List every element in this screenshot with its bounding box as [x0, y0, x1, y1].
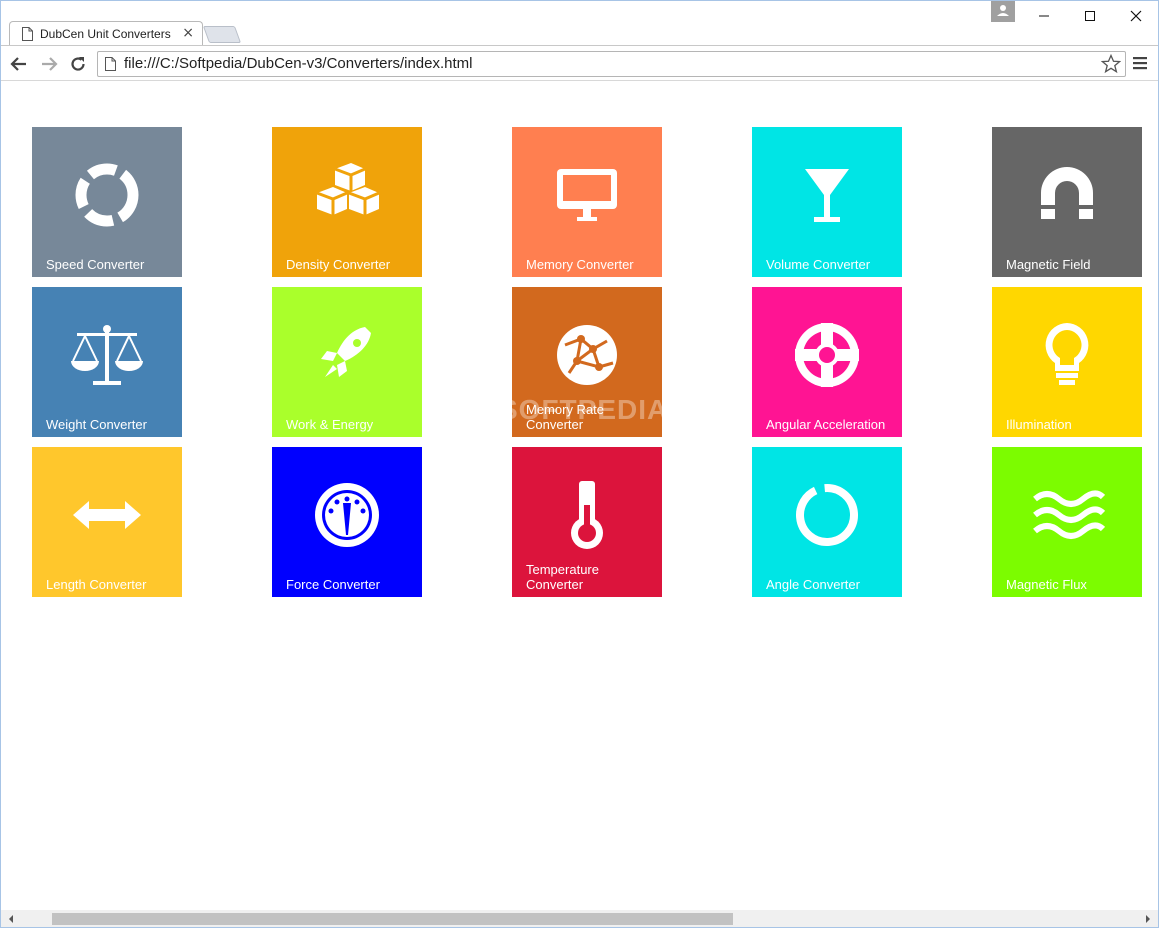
tile-label: Speed Converter — [46, 257, 145, 272]
watermark: SOFTPEDIA — [499, 394, 669, 425]
glass-icon — [805, 169, 849, 222]
lifebuoy-ring-icon — [75, 163, 139, 227]
new-tab-button[interactable] — [202, 26, 242, 43]
tile-temperature-converter[interactable]: Temperature Converter — [512, 447, 662, 597]
scrollbar-thumb[interactable] — [52, 913, 733, 925]
tile-label: Memory Converter — [526, 257, 634, 272]
address-bar[interactable]: file:///C:/Softpedia/DubCen-v3/Converter… — [97, 51, 1126, 77]
forward-arrow-icon — [42, 57, 58, 71]
tile-force-converter[interactable]: Force Converter — [272, 447, 422, 597]
lightbulb-icon — [1045, 323, 1089, 385]
reload-button[interactable] — [68, 54, 88, 74]
tile-label: Volume Converter — [766, 257, 871, 272]
rocket-icon — [321, 327, 371, 377]
scroll-left-icon[interactable] — [7, 914, 15, 924]
tile-label: Density Converter — [286, 257, 391, 272]
tile-magnetic-flux[interactable]: Magnetic Flux — [992, 447, 1142, 597]
tile-memory-converter[interactable]: Memory Converter — [512, 127, 662, 277]
tile-label: Angular Acceleration — [766, 417, 886, 432]
tile-length-converter[interactable]: Length Converter — [32, 447, 182, 597]
tile-label: Weight Converter — [46, 417, 147, 432]
gauge-icon — [315, 483, 379, 547]
tile-weight-converter[interactable]: Weight Converter — [32, 287, 182, 437]
page-icon — [105, 57, 116, 71]
tile-density-converter[interactable]: Density Converter — [272, 127, 422, 277]
tile-label: Force Converter — [286, 577, 380, 592]
horizontal-scrollbar[interactable] — [1, 910, 1158, 927]
tile-volume-converter[interactable]: Volume Converter — [752, 127, 902, 277]
lifebuoy-icon — [795, 323, 859, 387]
tile-label: Length Converter — [46, 577, 147, 592]
thermometer-icon — [571, 481, 603, 549]
forward-button[interactable] — [39, 54, 59, 74]
tile-label: Angle Converter — [766, 577, 860, 592]
tile-illumination[interactable]: Illumination — [992, 287, 1142, 437]
minimize-button[interactable] — [1021, 5, 1067, 27]
tile-work-energy[interactable]: Work & Energy — [272, 287, 422, 437]
browser-tab[interactable]: DubCen Unit Converters × — [9, 21, 203, 46]
minimize-icon — [1039, 15, 1049, 17]
browser-window: DubCen Unit Converters × file:///C:/Soft — [0, 0, 1159, 928]
scroll-right-icon[interactable] — [1144, 914, 1152, 924]
close-button[interactable] — [1113, 5, 1159, 27]
maximize-button[interactable] — [1067, 5, 1113, 27]
tab-title: DubCen Unit Converters — [40, 27, 171, 41]
scale-icon — [71, 325, 143, 385]
back-arrow-icon — [10, 57, 26, 71]
maximize-icon — [1085, 11, 1095, 21]
ring-icon — [796, 484, 858, 546]
tile-label: Work & Energy — [286, 417, 374, 432]
profile-button[interactable] — [991, 1, 1015, 22]
tile-label: Magnetic Field — [1006, 257, 1091, 272]
tile-angle-converter[interactable]: Angle Converter — [752, 447, 902, 597]
magnet-icon — [1041, 167, 1093, 219]
browser-toolbar: file:///C:/Softpedia/DubCen-v3/Converter… — [1, 45, 1158, 81]
tile-angular-acceleration[interactable]: Angular Acceleration — [752, 287, 902, 437]
close-icon — [1130, 10, 1142, 22]
document-icon — [22, 27, 33, 41]
reload-icon — [71, 57, 85, 71]
menu-icon[interactable] — [1133, 55, 1147, 71]
waves-icon — [1033, 490, 1106, 539]
tile-magnetic-field[interactable]: Magnetic Field — [992, 127, 1142, 277]
double-arrow-icon — [73, 501, 141, 529]
globe-network-icon — [557, 325, 617, 385]
tile-speed-converter[interactable]: Speed Converter — [32, 127, 182, 277]
tile-label: Temperature Converter — [526, 562, 599, 592]
tile-label: Illumination — [1006, 417, 1072, 432]
tab-close-button[interactable]: × — [182, 25, 194, 41]
tile-label: Magnetic Flux — [1006, 577, 1087, 592]
bookmark-star-icon[interactable] — [1101, 54, 1121, 74]
user-icon — [997, 5, 1009, 16]
url-text: file:///C:/Softpedia/DubCen-v3/Converter… — [124, 55, 473, 72]
page-content: Speed Converter Density Converter Memory C… — [1, 82, 1158, 911]
title-bar: DubCen Unit Converters × — [1, 1, 1159, 46]
back-button[interactable] — [9, 54, 29, 74]
cubes-icon — [316, 163, 380, 215]
monitor-icon — [557, 169, 617, 221]
